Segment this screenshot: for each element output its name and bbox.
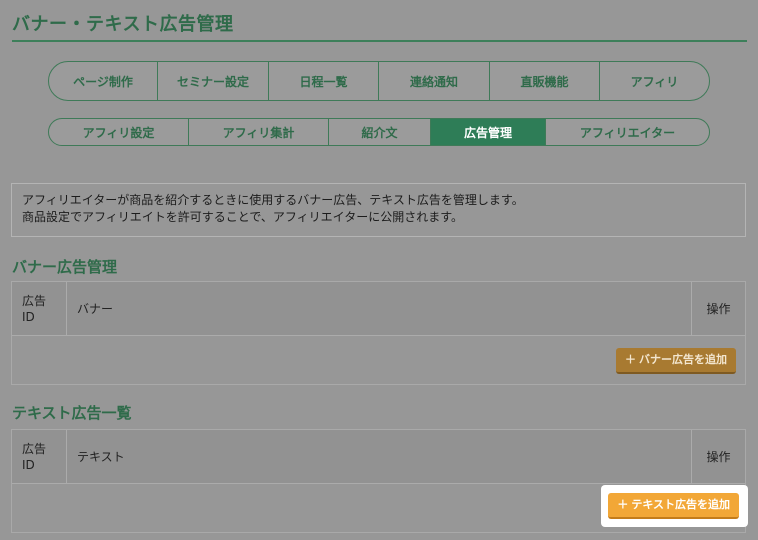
text-section-title: テキスト広告一覧: [12, 404, 132, 422]
banner-col-id: 広告 ID: [12, 282, 67, 335]
main-nav-direct-sales[interactable]: 直販機能: [490, 62, 600, 100]
sub-nav-introduction[interactable]: 紹介文: [329, 119, 431, 145]
sub-nav-affiliators[interactable]: アフィリエイター: [546, 119, 709, 145]
banner-table-header: 広告 ID バナー 操作: [12, 282, 745, 336]
add-text-ad-button[interactable]: ＋テキスト広告を追加: [608, 493, 739, 519]
main-nav: ページ制作 セミナー設定 日程一覧 連絡通知 直販機能 アフィリ: [48, 61, 710, 101]
main-nav-notifications[interactable]: 連絡通知: [379, 62, 490, 100]
main-nav-page-production[interactable]: ページ制作: [49, 62, 158, 100]
main-nav-seminar-settings[interactable]: セミナー設定: [158, 62, 269, 100]
sub-nav: アフィリ設定 アフィリ集計 紹介文 広告管理 アフィリエイター: [48, 118, 710, 146]
main-nav-schedule-list[interactable]: 日程一覧: [269, 62, 379, 100]
add-banner-ad-button[interactable]: ＋バナー広告を追加: [616, 348, 736, 374]
sub-nav-affiliate-stats[interactable]: アフィリ集計: [189, 119, 329, 145]
text-col-action: 操作: [706, 450, 731, 464]
banner-table-body: ＋バナー広告を追加: [12, 336, 745, 384]
page-title: バナー・テキスト広告管理: [12, 14, 234, 35]
banner-section-title: バナー広告管理: [12, 258, 118, 276]
banner-table: 広告 ID バナー 操作 ＋バナー広告を追加: [11, 281, 746, 385]
plus-icon: ＋: [625, 353, 636, 366]
description-box: アフィリエイターが商品を紹介するときに使用するバナー広告、テキスト広告を管理しま…: [11, 183, 746, 237]
text-table-header: 広告 ID テキスト 操作: [12, 430, 745, 484]
description-line-1: アフィリエイターが商品を紹介するときに使用するバナー広告、テキスト広告を管理しま…: [22, 193, 524, 207]
plus-icon: ＋: [617, 498, 629, 511]
banner-col-action: 操作: [706, 302, 731, 316]
main-nav-affiliate[interactable]: アフィリ: [600, 62, 709, 100]
title-divider: [12, 40, 747, 42]
sub-nav-ad-management[interactable]: 広告管理: [431, 119, 546, 145]
sub-nav-affiliate-settings[interactable]: アフィリ設定: [49, 119, 189, 145]
add-text-ad-highlight: ＋テキスト広告を追加: [601, 485, 748, 527]
text-col-id: 広告 ID: [12, 430, 67, 483]
description-line-2: 商品設定でアフィリエイトを許可することで、アフィリエイターに公開されます。: [22, 210, 464, 224]
text-col-text: テキスト: [67, 430, 692, 483]
banner-col-banner: バナー: [67, 282, 692, 335]
